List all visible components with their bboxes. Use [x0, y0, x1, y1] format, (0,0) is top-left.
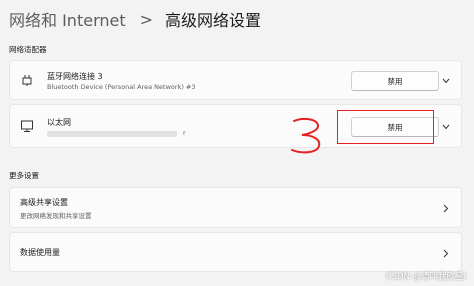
- redacted-description: [47, 131, 177, 137]
- adapter-description: r: [183, 129, 186, 137]
- more-settings-advanced-sharing[interactable]: 高级共享设置 更改网络发现和共享设置: [9, 187, 462, 228]
- annotation-number-3: [291, 117, 321, 154]
- disable-button-bluetooth[interactable]: 禁用: [351, 71, 439, 91]
- chevron-down-icon[interactable]: [441, 122, 451, 132]
- setting-subtitle: 更改网络发现和共享设置: [20, 212, 92, 220]
- setting-title: 数据使用量: [20, 248, 60, 257]
- chevron-down-icon[interactable]: [441, 76, 451, 86]
- adapter-card-bluetooth: 蓝牙网络连接 3 Bluetooth Device (Personal Area…: [9, 60, 462, 100]
- chevron-right-icon: [441, 203, 451, 213]
- adapter-name: 蓝牙网络连接 3: [47, 72, 103, 81]
- more-settings-data-usage[interactable]: 数据使用量: [9, 232, 462, 272]
- section-title-more: 更多设置: [9, 171, 39, 180]
- chevron-right-icon: [441, 248, 451, 258]
- page-title: 高级网络设置: [165, 11, 262, 30]
- adapter-name: 以太网: [47, 118, 71, 127]
- section-title-adapters: 网络适配器: [9, 45, 47, 54]
- watermark: CSDN @请叫我欧皇i: [385, 272, 466, 282]
- highlight-box: [337, 110, 434, 144]
- breadcrumb-parent-link[interactable]: 网络和 Internet: [9, 7, 126, 31]
- setting-title: 高级共享设置: [20, 198, 68, 207]
- network-adapter-icon: [22, 75, 32, 86]
- breadcrumb: 网络和 Internet > 高级网络设置: [9, 4, 261, 34]
- adapter-description: Bluetooth Device (Personal Area Network)…: [47, 83, 196, 91]
- ethernet-icon: [21, 120, 33, 132]
- chevron-right-icon: >: [139, 9, 154, 29]
